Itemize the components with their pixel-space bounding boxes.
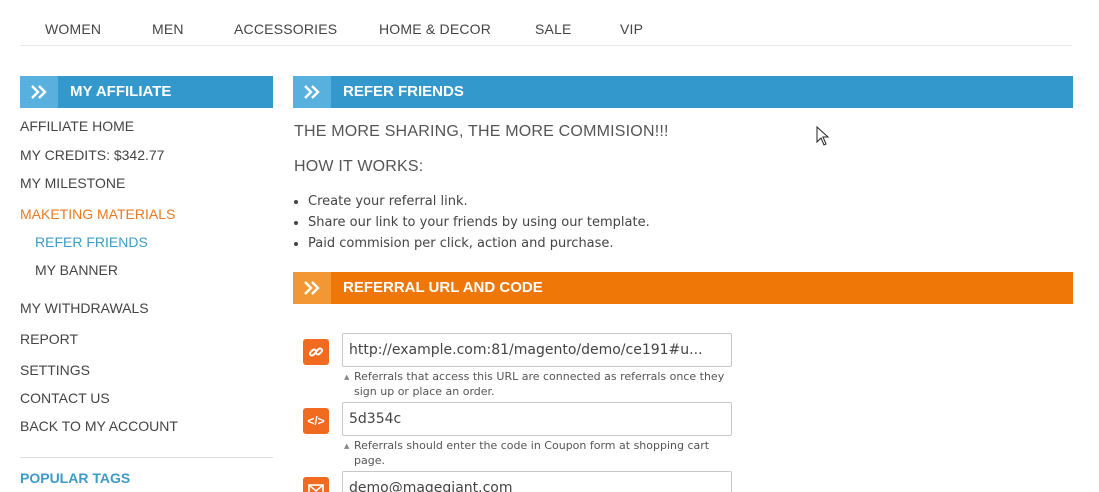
sidebar-item-contact-us[interactable]: CONTACT US [20, 390, 110, 406]
referral-code-hint-text: Referrals should enter the code in Coupo… [354, 439, 710, 467]
sidebar-title: MY AFFILIATE [70, 83, 172, 100]
referral-url-field[interactable]: http://example.com:81/magento/demo/ce191… [342, 333, 732, 367]
refer-friends-header: REFER FRIENDS [293, 76, 1073, 108]
sidebar-divider [20, 457, 273, 458]
how-it-works-heading: HOW IT WORKS: [294, 158, 424, 175]
sharing-headline: THE MORE SHARING, THE MORE COMMISION!!! [294, 123, 669, 140]
referral-url-header: REFERRAL URL AND CODE [293, 272, 1073, 304]
sidebar-item-settings[interactable]: SETTINGS [20, 362, 90, 378]
nav-sale[interactable]: SALE [535, 21, 572, 37]
nav-women[interactable]: WOMEN [45, 21, 101, 37]
popular-tags-heading: POPULAR TAGS [20, 470, 131, 486]
sidebar-item-report[interactable]: REPORT [20, 331, 78, 347]
sidebar-item-my-withdrawals[interactable]: MY WITHDRAWALS [20, 300, 149, 316]
sidebar-item-affiliate-home[interactable]: AFFILIATE HOME [20, 118, 134, 134]
referral-code-field[interactable]: 5d354c [342, 402, 732, 436]
triangle-up-icon: ▲ [344, 373, 350, 381]
triangle-up-icon: ▲ [344, 442, 350, 450]
mouse-cursor-icon [816, 125, 830, 151]
nav-vip[interactable]: VIP [620, 21, 643, 37]
link-icon [303, 339, 329, 365]
double-chevron-right-icon [293, 76, 331, 108]
sidebar-header: MY AFFILIATE [20, 76, 273, 108]
sidebar-item-my-credits[interactable]: MY CREDITS: $342.77 [20, 147, 164, 163]
referral-url-hint: ▲ Referrals that access this URL are con… [342, 369, 737, 399]
steps-list: Create your referral link. Share our lin… [308, 191, 650, 254]
refer-friends-title: REFER FRIENDS [343, 83, 464, 100]
sidebar-item-back-to-account[interactable]: BACK TO MY ACCOUNT [20, 418, 178, 434]
main-content: REFER FRIENDS THE MORE SHARING, THE MORE… [293, 76, 1073, 492]
referral-url-hint-text: Referrals that access this URL are conne… [354, 370, 725, 398]
double-chevron-right-icon [20, 76, 58, 108]
list-item: Share our link to your friends by using … [308, 212, 650, 233]
sidebar-item-my-banner[interactable]: MY BANNER [35, 262, 118, 278]
nav-accessories[interactable]: ACCESSORIES [234, 21, 337, 37]
sidebar-item-my-milestone[interactable]: MY MILESTONE [20, 175, 125, 191]
double-chevron-right-icon [293, 272, 331, 304]
referral-code-hint: ▲ Referrals should enter the code in Cou… [342, 438, 737, 468]
nav-home-decor[interactable]: HOME & DECOR [379, 21, 491, 37]
list-item: Create your referral link. [308, 191, 650, 212]
mail-icon [303, 477, 329, 492]
sidebar-item-refer-friends[interactable]: REFER FRIENDS [35, 234, 148, 250]
code-icon: </> [303, 408, 329, 434]
referral-url-title: REFERRAL URL AND CODE [343, 279, 543, 296]
affiliate-sidebar: MY AFFILIATE AFFILIATE HOME MY CREDITS: … [20, 76, 273, 486]
referral-email-field[interactable]: demo@magegiant.com [342, 471, 732, 492]
list-item: Paid commision per click, action and pur… [308, 233, 650, 254]
sidebar-item-marketing-materials[interactable]: MAKETING MATERIALS [20, 206, 175, 222]
nav-men[interactable]: MEN [152, 21, 184, 37]
top-navigation: WOMEN MEN ACCESSORIES HOME & DECOR SALE … [20, 0, 1072, 46]
